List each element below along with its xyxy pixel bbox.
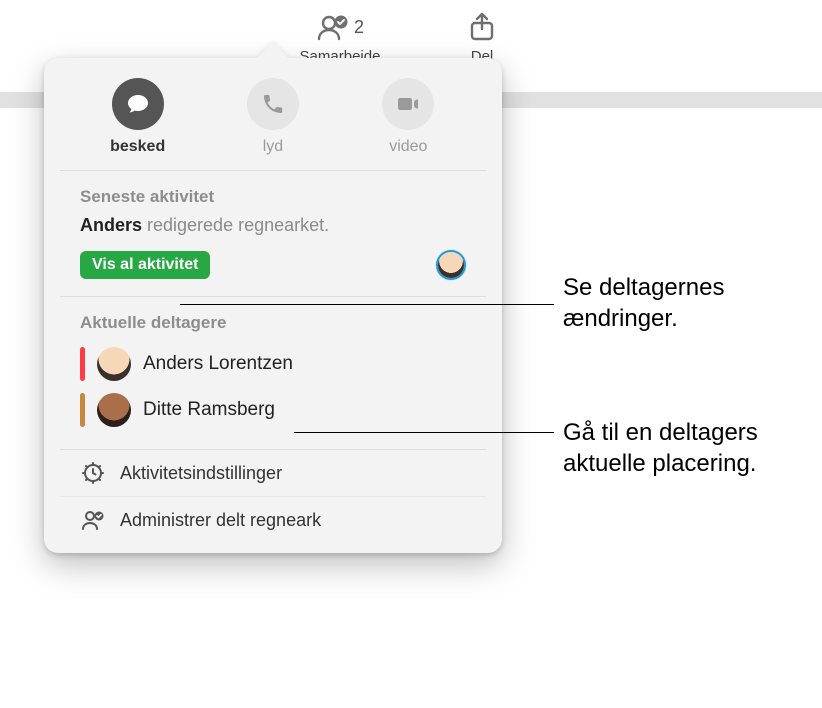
activity-line: Anders redigerede regnearket. [80,215,466,236]
current-participants-title: Aktuelle deltagere [80,313,466,333]
participant-name: Ditte Ramsberg [143,399,275,421]
activity-rest: redigerede regnearket. [142,215,329,235]
message-icon [112,78,164,130]
avatar [97,347,131,381]
video-icon [382,78,434,130]
recent-activity-title: Seneste aktivitet [80,187,466,207]
callout-go-to-participant: Gå til en deltagers aktuelle placering. [563,418,813,479]
contact-video-label: video [389,138,427,156]
share-icon [469,10,495,44]
activity-settings-label: Aktivitetsindstillinger [120,463,282,484]
manage-shared-label: Administrer delt regneark [120,510,321,531]
callout-line [180,304,554,305]
participant-name: Anders Lorentzen [143,353,293,375]
collaboration-popover: besked lyd video Seneste aktivitet Ander… [44,58,502,553]
activity-actor: Anders [80,215,142,235]
phone-icon [247,78,299,130]
participant-row[interactable]: Anders Lorentzen [80,341,466,387]
manage-share-icon [80,507,106,533]
contact-video-button[interactable]: video [343,78,473,156]
gear-clock-icon [80,460,106,486]
show-all-activity-button[interactable]: Vis al aktivitet [80,251,210,279]
collaborate-count: 2 [354,17,364,38]
activity-actor-avatar[interactable] [436,250,466,280]
collaborate-icon: 2 [316,10,364,44]
current-participants-section: Aktuelle deltagere Anders Lorentzen Ditt… [60,297,486,450]
participant-color-indicator [80,393,85,427]
contact-message-button[interactable]: besked [73,78,203,156]
callout-show-activity: Se deltagernes ændringer. [563,273,803,334]
recent-activity-section: Seneste aktivitet Anders redigerede regn… [60,171,486,297]
callout-line [294,432,554,433]
participant-row[interactable]: Ditte Ramsberg [80,387,466,433]
contact-methods-row: besked lyd video [60,58,486,171]
manage-shared-button[interactable]: Administrer delt regneark [60,496,486,543]
contact-message-label: besked [110,138,165,156]
participant-color-indicator [80,347,85,381]
contact-audio-button[interactable]: lyd [208,78,338,156]
activity-settings-button[interactable]: Aktivitetsindstillinger [60,450,486,496]
avatar [97,393,131,427]
contact-audio-label: lyd [263,138,283,156]
